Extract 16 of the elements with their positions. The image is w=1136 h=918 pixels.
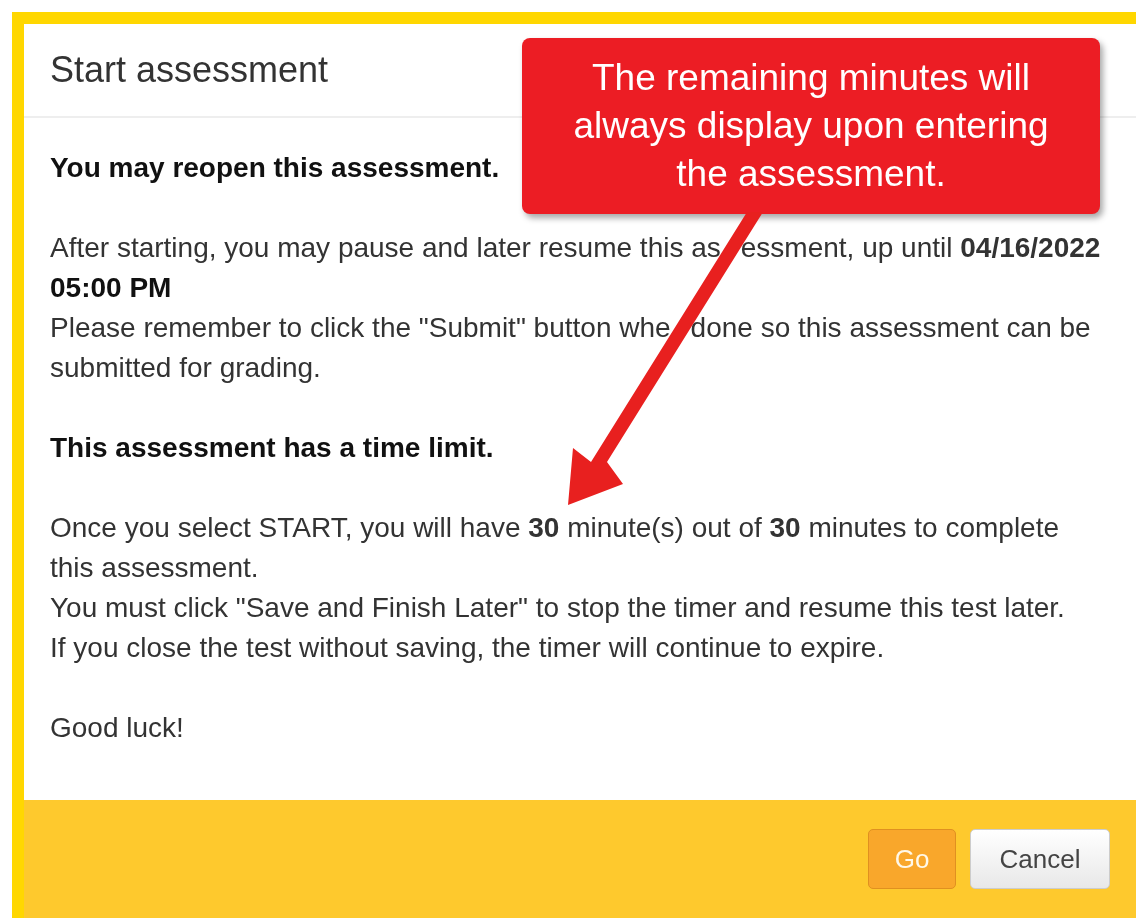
paragraph-text: If you close the test without saving, the timer will continue to expire. xyxy=(50,631,885,665)
paragraph-text: essment, up until 04/16/2022 xyxy=(740,231,1101,265)
paragraph-text: submitted for grading. xyxy=(50,351,321,385)
callout: The remaining minutes will always display upon entering the assessment. xyxy=(522,38,1100,214)
section-heading: You may reopen this assessment. xyxy=(50,151,500,185)
paragraph-text: Once you select START, you will have 30 minute(s) out of 30 minutes to complete xyxy=(50,511,1060,545)
paragraph-text: Please remember to click the "Submit" button whe xyxy=(50,311,671,345)
paragraph-text: After starting, you may pause and later resume this as xyxy=(50,231,721,265)
paragraph-text: this assessment. xyxy=(50,551,259,585)
section-heading: This assessment has a time limit. xyxy=(50,431,494,465)
paragraph-text: You must click "Save and Finish Later" to stop the timer and resume this test later. xyxy=(50,591,1065,625)
cancel-button[interactable]: Cancel xyxy=(970,829,1110,889)
dialog-title: Start assessment xyxy=(50,49,329,91)
section-heading: 05:00 PM xyxy=(50,271,172,305)
paragraph-text: Good luck! xyxy=(50,711,184,745)
paragraph-text: done so this assessment can be xyxy=(690,311,1091,345)
